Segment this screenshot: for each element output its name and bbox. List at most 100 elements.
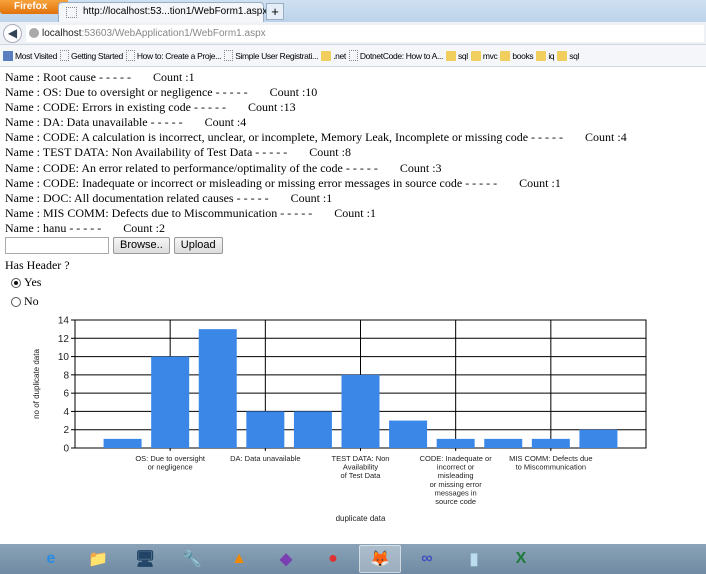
row-count: Count :13 (247, 100, 296, 115)
radio-no[interactable]: No (11, 292, 705, 311)
upload-row: Browse.. Upload (5, 237, 705, 255)
count-row: Name : Root cause - - - - - Count :1 (5, 70, 705, 85)
y-tick-label: 12 (58, 334, 70, 345)
row-name: Name : CODE: An error related to perform… (5, 160, 378, 175)
notepad-taskbar-icon[interactable]: ▮ (453, 545, 495, 573)
bookmark-label: mvc (482, 50, 498, 61)
count-row: Name : CODE: An error related to perform… (5, 161, 705, 176)
bookmark-item[interactable]: iq (536, 50, 555, 61)
row-count: Count :2 (123, 220, 165, 235)
url-path: :53603/WebApplication1/WebForm1.aspx (81, 28, 266, 39)
file-input[interactable] (5, 237, 109, 255)
row-name: Name : DA: Data unavailable - - - - - (5, 115, 183, 130)
x-tick-label: of Test Data (341, 471, 382, 480)
radio-no-label: No (24, 294, 39, 309)
browser-tab[interactable]: http://localhost:53...tion1/WebForm1.asp… (58, 2, 268, 22)
tools-taskbar-icon[interactable]: 🔧 (171, 545, 213, 573)
bar-chart: 02468101214OS: Due to oversightor neglig… (32, 316, 647, 523)
count-row: Name : MIS COMM: Defects due to Miscommu… (5, 206, 705, 221)
radio-checked-icon[interactable] (11, 277, 21, 288)
bar (198, 329, 237, 448)
bookmark-label: iq (548, 50, 555, 61)
y-tick-label: 4 (63, 407, 69, 418)
folder-icon (446, 50, 457, 61)
bookmarks-bar: Most Visited Getting Started How to: Creat… (0, 45, 706, 67)
ie-taskbar-icon[interactable]: e (30, 545, 72, 573)
row-name: Name : Root cause - - - - - (5, 70, 131, 84)
page-icon (224, 50, 234, 61)
bar (579, 429, 618, 448)
bookmark-label: Getting Started (70, 50, 123, 61)
vlc-taskbar-icon[interactable]: ▲ (218, 545, 260, 573)
row-name: Name : DOC: All documentation related ca… (5, 190, 269, 205)
bookmark-label: DotnetCode: How to A... (359, 50, 444, 61)
radio-yes[interactable]: Yes (11, 273, 705, 292)
page-icon (348, 50, 358, 61)
app-taskbar-icon[interactable]: ∞ (406, 545, 448, 573)
x-tick-label: DA: Data unavailable (230, 454, 300, 463)
bookmark-item[interactable]: books (500, 50, 534, 61)
firefox-taskbar-icon[interactable]: 🦊 (359, 545, 401, 573)
bar (436, 438, 475, 448)
bookmark-label: sql (569, 50, 580, 61)
folder-icon (470, 50, 481, 61)
count-row: Name : DA: Data unavailable - - - - - Cou… (5, 115, 705, 130)
x-tick-label: or negligence (148, 463, 193, 472)
bookmark-label: Most Visited (15, 50, 57, 61)
bookmark-item[interactable]: sql (446, 50, 468, 61)
explorer-taskbar-icon[interactable]: 📁 (77, 545, 119, 573)
bookmark-item[interactable]: DotnetCode: How to A... (348, 50, 444, 61)
row-count: Count :4 (204, 115, 247, 130)
back-button[interactable]: ◀ (3, 24, 22, 43)
page-icon (66, 7, 77, 18)
count-row: Name : CODE: Inadequate or incorrect or … (5, 176, 705, 191)
x-tick-label: source code (435, 497, 476, 506)
browse-button[interactable]: Browse.. (113, 237, 170, 255)
bookmark-item[interactable]: mvc (470, 50, 498, 61)
bookmark-item[interactable]: Simple User Registrati... (224, 50, 318, 61)
y-tick-label: 2 (63, 425, 69, 436)
row-name: Name : MIS COMM: Defects due to Miscommu… (5, 205, 313, 220)
bookmark-item[interactable]: Most Visited (3, 50, 57, 61)
count-row: Name : DOC: All documentation related ca… (5, 191, 705, 206)
row-count: Count :1 (519, 175, 561, 190)
upload-button[interactable]: Upload (173, 237, 223, 255)
bookmark-item[interactable]: sql (557, 50, 580, 61)
bookmark-item[interactable]: How to: Create a Proje... (125, 50, 222, 61)
row-name: Name : TEST DATA: Non Availability of Te… (5, 145, 288, 160)
count-row: Name : OS: Due to oversight or negligenc… (5, 85, 705, 100)
folder-icon (536, 50, 547, 61)
bookmark-label: books (512, 50, 534, 61)
bar (293, 411, 332, 448)
row-name: Name : CODE: A calculation is incorrect,… (5, 130, 564, 145)
bookmark-label: How to: Create a Proje... (136, 50, 222, 61)
folder-icon (321, 50, 332, 61)
row-name: Name : hanu - - - - - (5, 220, 102, 235)
page-content: Name : Root cause - - - - - Count :1 Name … (5, 70, 705, 311)
count-row: Name : TEST DATA: Non Availability of Te… (5, 145, 705, 160)
new-tab-button[interactable]: + (266, 3, 284, 20)
page-icon (125, 50, 135, 61)
excel-taskbar-icon[interactable]: X (500, 545, 542, 573)
bar (151, 356, 190, 448)
row-count: Count :3 (399, 160, 442, 175)
page-icon (59, 50, 69, 61)
remote-desktop-taskbar-icon[interactable]: 🖥 (124, 545, 166, 573)
row-count: Count :1 (290, 190, 333, 205)
browser-titlebar: Firefox http://localhost:53...tion1/WebF… (0, 0, 706, 22)
bookmark-label: .net (333, 50, 346, 61)
bookmark-item[interactable]: .net (321, 50, 346, 61)
radio-unchecked-icon[interactable] (11, 296, 21, 307)
y-tick-label: 8 (63, 370, 69, 381)
bar (389, 420, 428, 448)
globe-icon (29, 28, 39, 38)
visual-studio-taskbar-icon[interactable]: ◆ (265, 545, 307, 573)
row-name: Name : CODE: Errors in existing code - -… (5, 100, 226, 115)
bar (341, 374, 380, 448)
chrome-taskbar-icon[interactable]: ● (312, 545, 354, 573)
most-visited-icon (3, 50, 13, 61)
tab-title: http://localhost:53...tion1/WebForm1.asp… (83, 6, 268, 17)
bookmark-item[interactable]: Getting Started (59, 50, 123, 61)
address-bar[interactable]: localhost:53603/WebApplication1/WebForm1… (26, 25, 704, 42)
taskbar: e 📁 🖥 🔧 ▲ ◆ ● 🦊 ∞ ▮ X (0, 544, 706, 574)
